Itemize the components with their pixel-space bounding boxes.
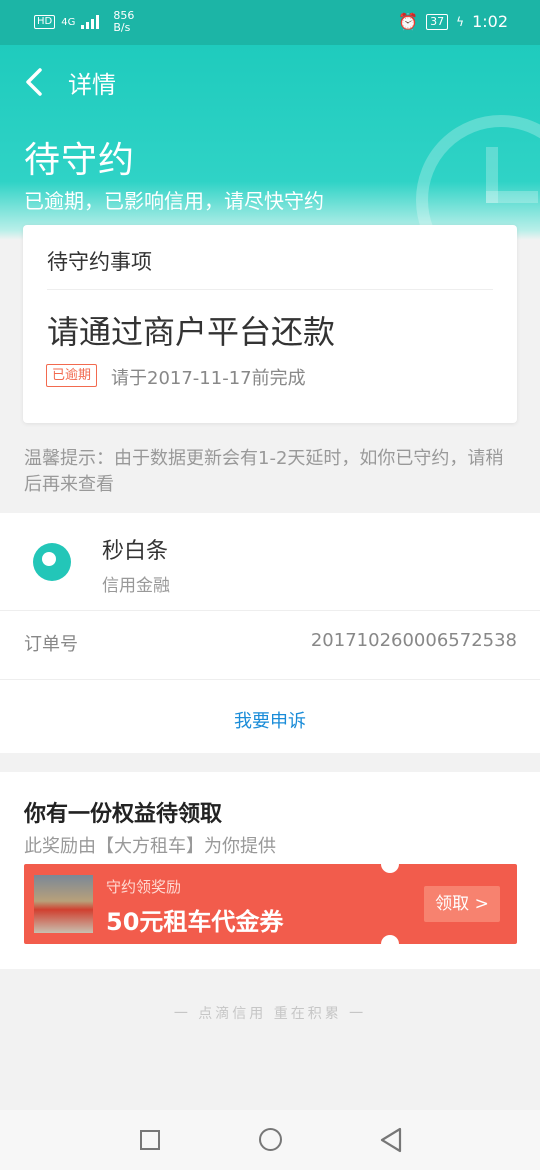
divider: [47, 289, 493, 290]
task-card-main: 请通过商户平台还款: [47, 313, 336, 351]
back-triangle-icon[interactable]: [378, 1126, 404, 1158]
status-bar: HD 4G 856 B/s ⏰ 37 ϟ 1:02: [0, 0, 540, 45]
order-label: 订单号: [24, 634, 78, 655]
due-date-text: 请于2017-11-17前完成: [111, 368, 306, 389]
car-thumbnail: [34, 875, 93, 933]
merchant-name: 秒白条: [102, 539, 169, 564]
overdue-badge: 已逾期: [46, 364, 98, 387]
coupon-card[interactable]: 守约领奖励 50元租车代金券 领取 >: [24, 855, 517, 953]
recent-apps-icon[interactable]: [140, 1130, 160, 1150]
divider: [0, 610, 540, 611]
footer-slogan: 一 点滴信用 重在积累 一: [173, 1006, 367, 1022]
network-speed: 856 B/s: [113, 10, 134, 34]
network-label: 4G: [61, 16, 76, 28]
hd-badge: HD: [34, 15, 56, 29]
task-card: 待守约事项 请通过商户平台还款 已逾期 请于2017-11-17前完成: [23, 225, 517, 423]
page-subtitle: 已逾期，已影响信用，请尽快守约: [24, 189, 324, 213]
coupon-title: 50元租车代金券: [106, 908, 284, 936]
tip-text: 温馨提示：由于数据更新会有1-2天延时，如你已守约，请稍后再来查看: [24, 448, 504, 495]
alarm-icon: ⏰: [398, 12, 419, 31]
battery-icon: 37: [426, 13, 449, 30]
order-number: 201710260006572538: [310, 630, 517, 651]
system-nav-bar: [0, 1110, 540, 1170]
page-title: 待守约: [24, 140, 136, 181]
back-arrow-icon[interactable]: [22, 67, 52, 97]
clock-time: 1:02: [472, 12, 508, 31]
appeal-link[interactable]: 我要申诉: [0, 707, 540, 733]
divider: [0, 679, 540, 680]
coupon-notch: [381, 855, 399, 873]
charging-icon: ϟ: [456, 14, 465, 29]
merchant-section: 秒白条 信用金融 订单号 201710260006572538 我要申诉: [0, 513, 540, 753]
benefit-title: 你有一份权益待领取: [24, 802, 223, 827]
merchant-type: 信用金融: [102, 576, 170, 596]
benefit-subtitle: 此奖励由【大方租车】为你提供: [24, 836, 276, 857]
nav-title: 详情: [68, 71, 116, 99]
task-card-heading: 待守约事项: [47, 250, 152, 274]
coupon-label: 守约领奖励: [106, 878, 182, 896]
merchant-logo-icon: [33, 543, 71, 581]
benefit-section: 你有一份权益待领取 此奖励由【大方租车】为你提供 守约领奖励 50元租车代金券 …: [0, 772, 540, 969]
claim-button[interactable]: 领取 >: [424, 886, 500, 922]
home-icon[interactable]: [259, 1128, 282, 1151]
header: 详情 待守约 已逾期，已影响信用，请尽快守约: [0, 45, 540, 240]
clock-decoration-icon: [416, 115, 540, 240]
signal-icon: [81, 15, 100, 29]
coupon-notch: [381, 935, 399, 953]
network-speed-unit: B/s: [113, 21, 131, 34]
